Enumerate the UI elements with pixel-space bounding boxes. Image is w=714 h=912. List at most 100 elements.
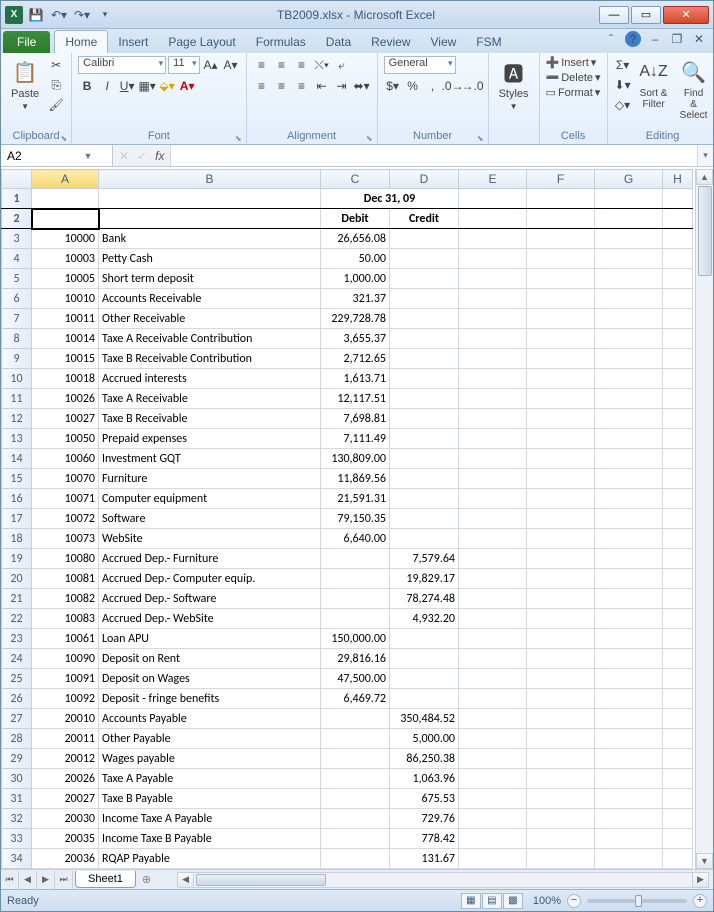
account-name[interactable]: Income Taxe B Payable (99, 829, 321, 849)
cell[interactable] (663, 389, 693, 409)
grow-font-icon[interactable]: A▴ (202, 56, 220, 74)
column-header-B[interactable]: B (99, 170, 321, 189)
credit-value[interactable]: 778.42 (390, 829, 459, 849)
cell[interactable] (595, 269, 663, 289)
account-code[interactable]: 10092 (32, 689, 99, 709)
account-name[interactable]: Petty Cash (99, 249, 321, 269)
cell[interactable] (663, 609, 693, 629)
cell[interactable] (595, 349, 663, 369)
cell[interactable] (663, 349, 693, 369)
debit-value[interactable]: 150,000.00 (321, 629, 390, 649)
fx-icon[interactable]: fx (155, 149, 164, 163)
find-select-button[interactable]: 🔍 Find & Select (676, 56, 712, 123)
format-cells-button[interactable]: ▭Format ▾ (546, 86, 601, 99)
debit-value[interactable] (321, 769, 390, 789)
cell[interactable] (527, 369, 595, 389)
cell[interactable] (663, 569, 693, 589)
cell[interactable] (595, 309, 663, 329)
cell[interactable] (663, 829, 693, 849)
excel-icon[interactable]: X (5, 6, 23, 24)
cell[interactable] (663, 669, 693, 689)
debit-value[interactable]: 79,150.35 (321, 509, 390, 529)
cell[interactable] (527, 349, 595, 369)
debit-value[interactable]: 7,111.49 (321, 429, 390, 449)
page-break-view-icon[interactable]: ▩ (503, 893, 523, 909)
tab-review[interactable]: Review (361, 31, 420, 53)
row-header[interactable]: 23 (2, 629, 32, 649)
credit-value[interactable] (390, 309, 459, 329)
row-header[interactable]: 29 (2, 749, 32, 769)
cell[interactable] (459, 369, 527, 389)
debit-value[interactable]: 6,640.00 (321, 529, 390, 549)
merge-center-icon[interactable]: ⬌▾ (353, 77, 371, 95)
cell[interactable] (595, 529, 663, 549)
cell[interactable] (595, 509, 663, 529)
credit-header[interactable]: Credit (390, 209, 459, 229)
sort-filter-button[interactable]: A↓Z Sort & Filter (636, 56, 672, 112)
cell[interactable] (527, 689, 595, 709)
scroll-down-icon[interactable]: ▼ (696, 853, 713, 869)
cell[interactable] (595, 209, 663, 229)
row-header[interactable]: 17 (2, 509, 32, 529)
cell[interactable] (663, 709, 693, 729)
cell[interactable] (527, 589, 595, 609)
fill-icon[interactable]: ⬇▾ (614, 76, 632, 94)
credit-value[interactable] (390, 349, 459, 369)
debit-value[interactable] (321, 709, 390, 729)
accounting-format-icon[interactable]: $▾ (384, 77, 402, 95)
cell[interactable] (663, 189, 693, 209)
debit-value[interactable]: 26,656.08 (321, 229, 390, 249)
align-center-icon[interactable]: ≡ (273, 77, 291, 95)
debit-value[interactable] (321, 549, 390, 569)
save-icon[interactable]: 💾 (26, 5, 46, 25)
tab-insert[interactable]: Insert (108, 31, 158, 53)
row-header[interactable]: 19 (2, 549, 32, 569)
cell[interactable] (595, 629, 663, 649)
account-name[interactable]: Accounts Receivable (99, 289, 321, 309)
debit-value[interactable] (321, 809, 390, 829)
account-name[interactable]: Accrued interests (99, 369, 321, 389)
debit-value[interactable]: 6,469.72 (321, 689, 390, 709)
cell[interactable] (663, 329, 693, 349)
tab-formulas[interactable]: Formulas (246, 31, 316, 53)
cell[interactable] (459, 749, 527, 769)
row-header[interactable]: 32 (2, 809, 32, 829)
cell[interactable] (527, 749, 595, 769)
debit-value[interactable]: 3,655.37 (321, 329, 390, 349)
column-header-H[interactable]: H (663, 170, 693, 189)
cell[interactable] (595, 709, 663, 729)
sheet-nav-next-icon[interactable]: ▶ (37, 871, 55, 889)
row-header[interactable]: 24 (2, 649, 32, 669)
column-header-F[interactable]: F (527, 170, 595, 189)
sheet-nav-first-icon[interactable]: ⏮ (1, 871, 19, 889)
credit-value[interactable] (390, 489, 459, 509)
cell[interactable] (527, 429, 595, 449)
row-header[interactable]: 27 (2, 709, 32, 729)
font-size-combo[interactable]: 11 (168, 56, 199, 74)
debit-value[interactable]: 12,117.51 (321, 389, 390, 409)
cell[interactable] (595, 409, 663, 429)
cell[interactable] (663, 489, 693, 509)
credit-value[interactable] (390, 229, 459, 249)
account-code[interactable]: 10082 (32, 589, 99, 609)
wrap-text-icon[interactable]: ⤶ (333, 56, 351, 74)
account-code[interactable]: 20010 (32, 709, 99, 729)
credit-value[interactable]: 19,829.17 (390, 569, 459, 589)
help-icon[interactable]: ? (625, 31, 641, 47)
account-code[interactable]: 10000 (32, 229, 99, 249)
row-header[interactable]: 22 (2, 609, 32, 629)
align-right-icon[interactable]: ≡ (293, 77, 311, 95)
column-header-G[interactable]: G (595, 170, 663, 189)
account-code[interactable]: 20036 (32, 849, 99, 869)
account-code[interactable]: 20026 (32, 769, 99, 789)
cell[interactable] (527, 469, 595, 489)
insert-sheet-icon[interactable]: ⊕ (136, 871, 157, 888)
account-code[interactable]: 20035 (32, 829, 99, 849)
cut-icon[interactable]: ✂ (47, 56, 65, 74)
align-left-icon[interactable]: ≡ (253, 77, 271, 95)
cell[interactable] (595, 789, 663, 809)
account-name[interactable]: Deposit on Wages (99, 669, 321, 689)
cell[interactable] (459, 529, 527, 549)
cell[interactable] (527, 229, 595, 249)
border-icon[interactable]: ▦▾ (138, 77, 156, 95)
